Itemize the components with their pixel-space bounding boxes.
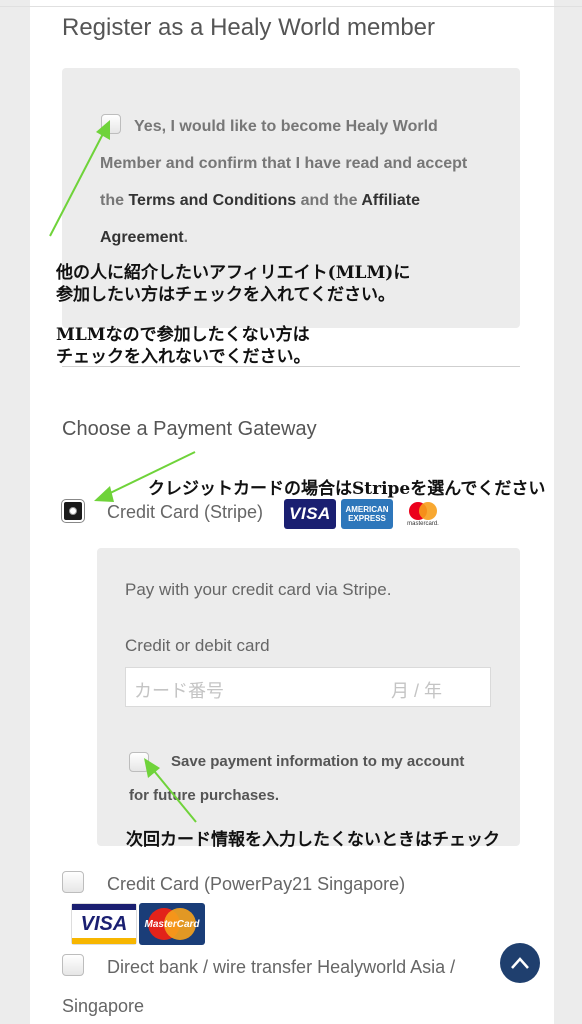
arrow-to-save-checkbox [144, 758, 197, 823]
arrow-to-stripe-radio [94, 451, 196, 502]
annotation-arrows [49, 120, 197, 823]
arrow-to-affiliate-checkbox [49, 120, 110, 237]
